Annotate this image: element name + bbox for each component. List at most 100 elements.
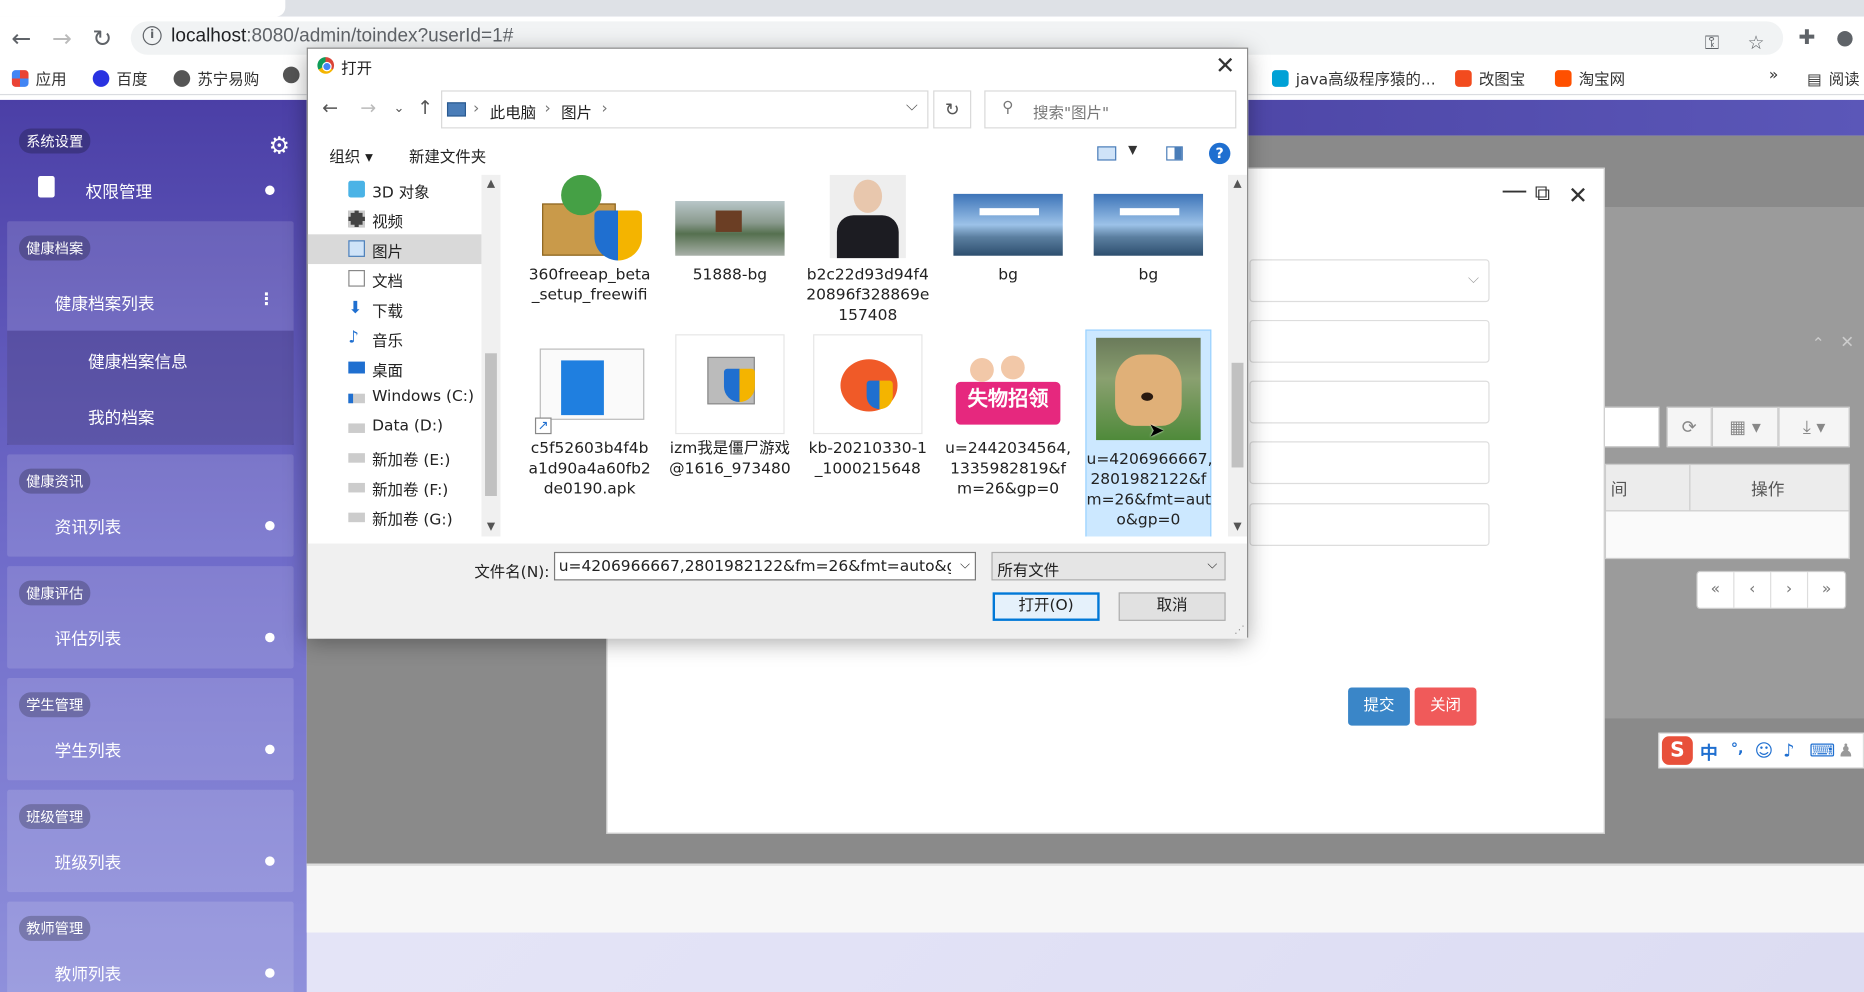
cancel-button[interactable]: 取消 [1118,592,1226,621]
tree-item-music[interactable]: ♪ 音乐 [308,324,482,354]
sidebar-item-class-list[interactable]: 班级列表 [7,837,293,885]
tree-item-drive-f[interactable]: 新加卷 (F:) [308,472,482,502]
view-dropdown-icon[interactable]: ▼ [1128,144,1137,157]
reading-list[interactable]: ▤ 阅读 [1807,67,1860,89]
tree-item-drive-c[interactable]: Windows (C:) [308,383,482,413]
file-type-select[interactable]: 所有文件 ⌵ [991,551,1226,581]
select-field[interactable]: ⌵ [1249,259,1490,303]
bookmark-apps[interactable]: 应用 [11,67,67,89]
close-icon[interactable]: ✕ [1840,333,1854,352]
collapse-icon[interactable]: ⌃ [1812,335,1825,353]
gear-icon[interactable]: ⚙ [269,131,290,160]
tree-item-downloads[interactable]: ⬇ 下载 [308,294,482,324]
bookmarks-more[interactable]: » [1769,67,1778,85]
file-item[interactable]: b2c22d93d94f4 20896f328869e 157408 [805,174,931,326]
text-field[interactable] [1249,380,1490,424]
new-folder-button[interactable]: 新建文件夹 [409,144,486,167]
tree-item-drive-g[interactable]: 新加卷 (G:) [308,502,482,532]
text-field[interactable] [1249,503,1490,546]
ime-mode[interactable]: 中 [1700,740,1718,765]
file-item[interactable]: 51888-bg [667,175,793,286]
keyboard-icon[interactable]: ⌨ [1809,740,1835,761]
sidebar-item-permissions[interactable]: 权限管理 [7,167,293,215]
sidebar-item-teacher-list[interactable]: 教师列表 [7,949,293,992]
star-icon[interactable]: ☆ [1748,31,1765,54]
tree-item-drive-d[interactable]: Data (D:) [308,413,482,443]
emoji-icon[interactable]: ☺ [1755,740,1774,761]
bookmark-suning[interactable]: 苏宁易购 [173,67,259,89]
open-button[interactable]: 打开(O) [992,592,1100,621]
file-item[interactable]: kb-20210330-1 _1000215648 [805,334,931,479]
path-bar[interactable]: › 此电脑 › 图片 › ⌵ [441,90,929,129]
breadcrumb-pictures[interactable]: 图片 [561,100,592,123]
minimize-icon[interactable]: — [1501,176,1527,206]
profile-icon[interactable]: ● [1831,24,1860,53]
submit-button[interactable]: 提交 [1348,687,1410,726]
tree-item-desktop[interactable]: 桌面 [308,353,482,383]
search-input[interactable] [1604,406,1660,448]
columns-button[interactable]: ▦ ▾ [1711,406,1779,448]
tree-scrollbar[interactable]: ▲ ▼ [481,174,501,537]
submenu-item-record-info[interactable]: 健康档案信息 [88,350,188,374]
last-page-button[interactable]: » [1808,572,1845,608]
preview-pane-icon[interactable] [1166,146,1183,161]
ime-punct[interactable]: °, [1731,740,1744,757]
bookmark-java[interactable]: java高级程序猿的... [1271,67,1436,89]
submenu-item-my-record[interactable]: 我的档案 [88,406,155,430]
text-field[interactable] [1249,441,1490,485]
file-item[interactable]: izm我是僵尸游戏 @1616_973480 [667,334,793,479]
tree-item-3d[interactable]: 3D 对象 [308,175,482,205]
organize-button[interactable]: 组织 ▾ [329,144,373,167]
file-item[interactable]: 360freeap_beta _setup_freewifi [527,174,653,306]
scroll-thumb[interactable] [1231,362,1244,468]
file-item[interactable]: ↗ c5f52603b4f4b a1d90a4a60fb2 de0190.apk [527,334,653,499]
file-scrollbar[interactable]: ▲ ▼ [1228,174,1248,537]
sidebar-item-record-list[interactable]: 健康档案列表 ⋮ [7,278,293,326]
sogou-logo-icon[interactable]: S [1661,736,1693,765]
close-icon[interactable]: ✕ [1215,51,1235,80]
chevron-down-icon[interactable]: ⌵ [906,98,918,116]
key-icon[interactable]: ⚿ [1705,31,1719,55]
bookmark-taobao[interactable]: 淘宝网 [1554,67,1625,89]
breadcrumb-this-pc[interactable]: 此电脑 [490,100,536,123]
refresh-button[interactable]: ↻ [933,90,972,129]
tree-item-pictures[interactable]: 图片 [307,234,482,265]
scroll-down-icon[interactable]: ▼ [481,517,500,536]
back-icon[interactable]: ← [7,24,36,53]
file-item[interactable]: bg [1085,175,1211,286]
maximize-icon[interactable]: ⧉ [1535,181,1550,206]
text-field[interactable] [1249,319,1490,363]
site-info-icon[interactable]: i [142,26,162,46]
file-item[interactable]: 失物招领 u=2442034564, 1335982819&f m=26&gp=… [945,334,1071,499]
resize-grip-icon[interactable]: ⋰ [1234,624,1245,636]
filename-input[interactable]: u=4206966667,2801982122&fm=26&fmt=auto&g… [553,551,976,581]
up-icon[interactable]: ↑ [417,96,433,119]
prev-page-button[interactable]: ‹ [1734,572,1772,608]
forward-icon[interactable]: → [48,24,77,53]
bookmark-globe[interactable] [282,66,307,86]
tree-item-videos[interactable]: 视频 [308,205,482,235]
microphone-icon[interactable]: ♪ [1783,740,1794,761]
next-page-button[interactable]: › [1771,572,1809,608]
sidebar-item-news-list[interactable]: 资讯列表 [7,502,293,550]
extensions-icon[interactable]: ✚ [1793,24,1822,53]
tree-item-documents[interactable]: 文档 [308,264,482,294]
refresh-button[interactable]: ⟳ [1666,406,1712,448]
bookmark-gaitubao[interactable]: 改图宝 [1455,67,1525,89]
export-button[interactable]: ⤓ ▾ [1778,406,1850,448]
close-icon[interactable]: ✕ [1568,181,1588,210]
file-item[interactable]: bg [945,175,1071,286]
search-input[interactable]: ⚲ 搜索"图片" [984,90,1237,129]
forward-icon[interactable]: → [360,96,376,119]
scroll-down-icon[interactable]: ▼ [1228,517,1247,536]
scroll-up-icon[interactable]: ▲ [1228,175,1247,194]
help-icon[interactable]: ? [1208,142,1231,165]
user-icon[interactable]: ♟ [1838,740,1854,761]
back-icon[interactable]: ← [322,96,338,119]
chevron-down-icon[interactable]: ⌵ [960,557,970,574]
close-button[interactable]: 关闭 [1414,687,1477,726]
view-icon[interactable] [1097,146,1117,161]
bookmark-baidu[interactable]: 百度 [92,67,147,89]
first-page-button[interactable]: « [1698,572,1735,608]
scroll-thumb[interactable] [485,353,497,497]
